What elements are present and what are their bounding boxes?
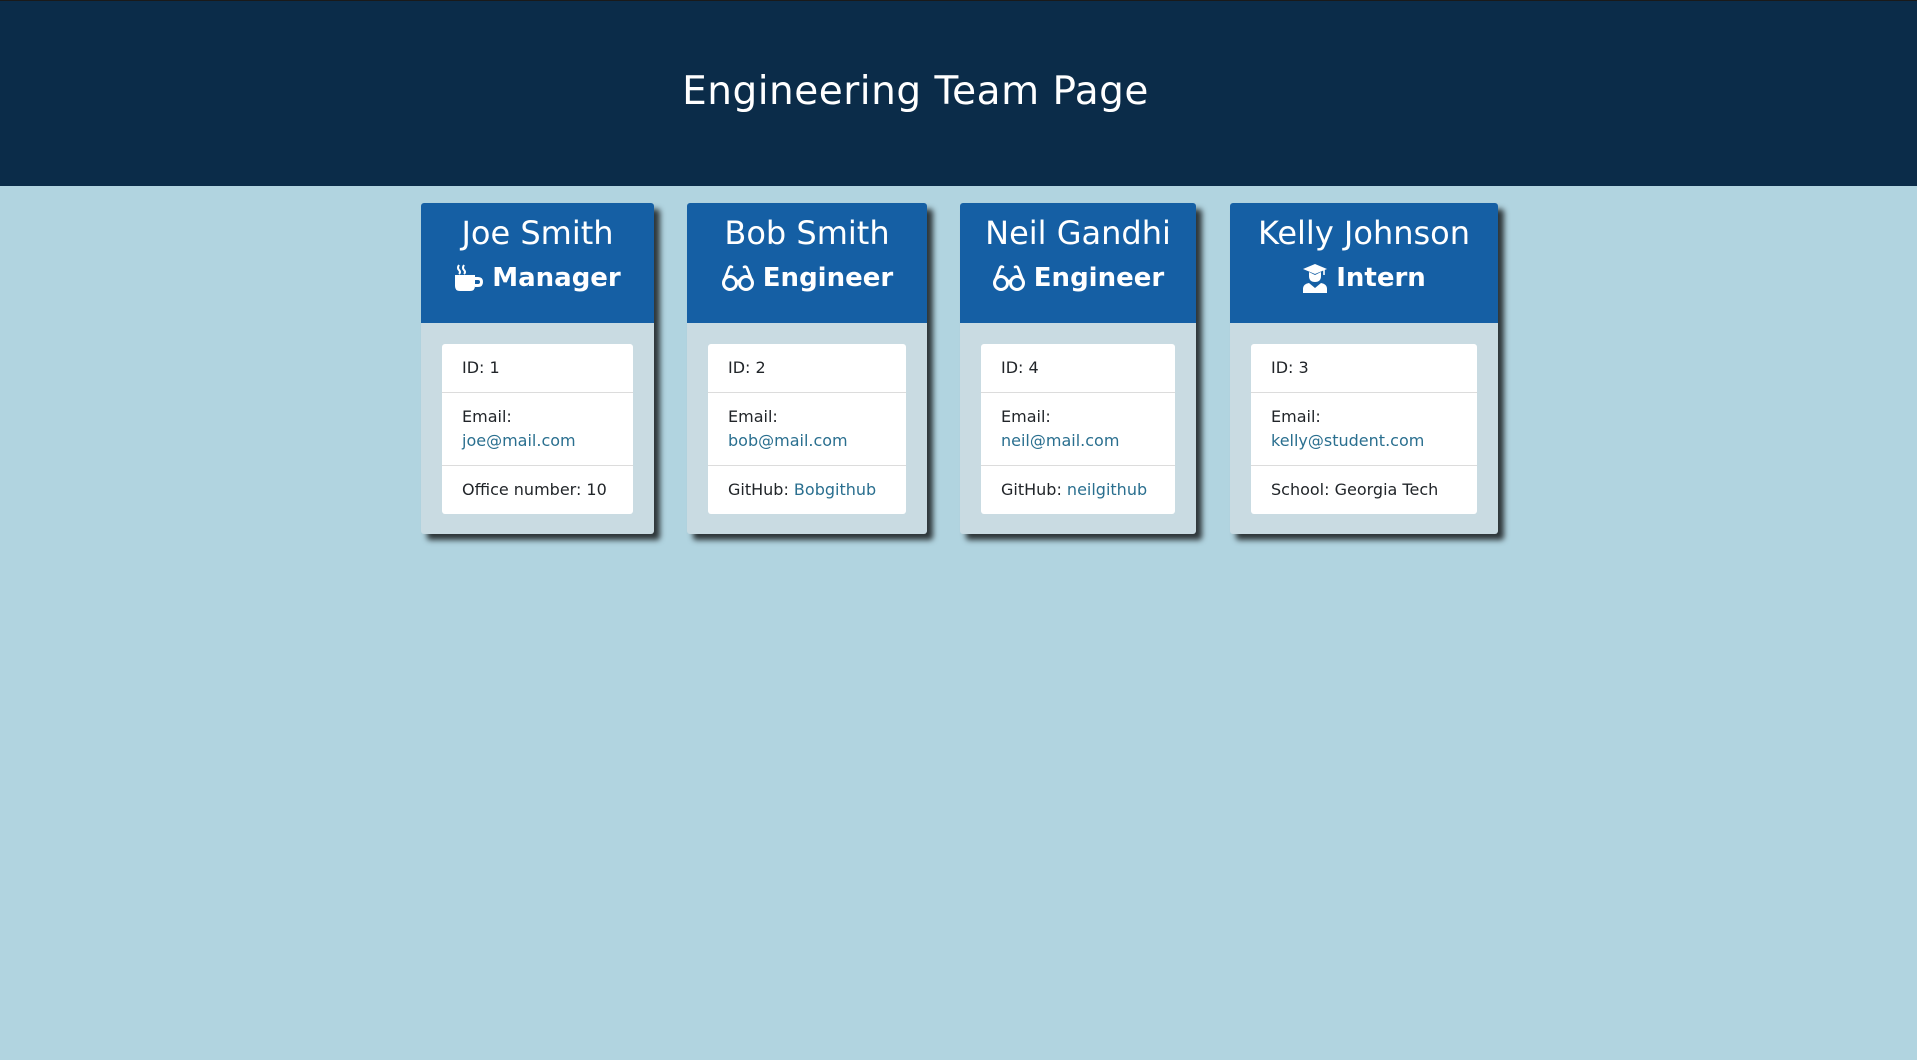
employee-name: Neil Gandhi — [985, 214, 1171, 252]
email-label: Email: — [462, 407, 512, 426]
employee-name: Bob Smith — [724, 214, 890, 252]
github-link[interactable]: neilgithub — [1067, 480, 1147, 499]
info-list: ID: 4 Email: neil@mail.com GitHub: neilg… — [981, 344, 1175, 514]
github-label: GitHub: — [1001, 480, 1067, 499]
glasses-icon — [721, 265, 755, 291]
email-link[interactable]: joe@mail.com — [462, 429, 613, 453]
email-link[interactable]: bob@mail.com — [728, 429, 886, 453]
employee-card-neil-gandhi: Neil Gandhi Engineer ID: 4 Email: neil@m… — [960, 203, 1196, 534]
email-label: Email: — [1001, 407, 1051, 426]
card-header: Bob Smith Engineer — [687, 203, 927, 323]
employee-id: ID: 4 — [1001, 358, 1039, 377]
employee-name: Kelly Johnson — [1257, 214, 1471, 252]
employee-email: Email: bob@mail.com — [708, 392, 906, 465]
card-body: ID: 2 Email: bob@mail.com GitHub: Bobgit… — [687, 323, 927, 535]
email-label: Email: — [728, 407, 778, 426]
graduate-icon — [1302, 263, 1328, 293]
employee-id: ID: 2 — [728, 358, 766, 377]
employee-role: Engineer — [960, 261, 1196, 295]
github-link[interactable]: Bobgithub — [794, 480, 876, 499]
employee-email: Email: neil@mail.com — [981, 392, 1175, 465]
email-link[interactable]: kelly@student.com — [1271, 429, 1457, 453]
card-body: ID: 1 Email: joe@mail.com Office number:… — [421, 323, 654, 535]
employee-name: Joe Smith — [461, 214, 614, 252]
email-label: Email: — [1271, 407, 1321, 426]
card-body: ID: 4 Email: neil@mail.com GitHub: neilg… — [960, 323, 1196, 535]
employee-role: Manager — [421, 261, 654, 295]
role-label: Manager — [492, 263, 621, 293]
employee-id: ID: 3 — [1271, 358, 1309, 377]
info-list: ID: 3 Email: kelly@student.com School: G… — [1251, 344, 1477, 514]
role-label: Engineer — [762, 263, 894, 293]
employee-card-kelly-johnson: Kelly Johnson Intern ID: 3 Email: kelly@… — [1230, 203, 1498, 534]
employee-role: Engineer — [687, 261, 927, 295]
github: GitHub: neilgithub — [981, 465, 1175, 514]
office-number: Office number: 10 — [442, 465, 633, 514]
glasses-icon — [992, 265, 1026, 291]
card-header: Joe Smith Manager — [421, 203, 654, 323]
school: School: Georgia Tech — [1251, 465, 1477, 514]
card-header: Neil Gandhi Engineer — [960, 203, 1196, 323]
employee-email: Email: joe@mail.com — [442, 392, 633, 465]
role-label: Intern — [1336, 263, 1426, 293]
github-label: GitHub: — [728, 480, 794, 499]
employee-role: Intern — [1230, 261, 1498, 295]
employee-card-bob-smith: Bob Smith Engineer ID: 2 Email: bob@mail… — [687, 203, 927, 534]
info-list: ID: 2 Email: bob@mail.com GitHub: Bobgit… — [708, 344, 906, 514]
employee-id: ID: 1 — [462, 358, 500, 377]
email-link[interactable]: neil@mail.com — [1001, 429, 1155, 453]
page-header: Engineering Team Page — [0, 0, 1917, 186]
info-list: ID: 1 Email: joe@mail.com Office number:… — [442, 344, 633, 514]
mug-hot-icon — [454, 264, 484, 292]
card-body: ID: 3 Email: kelly@student.com School: G… — [1230, 323, 1498, 535]
github: GitHub: Bobgithub — [708, 465, 906, 514]
page-title: Engineering Team Page — [682, 69, 1149, 114]
role-label: Engineer — [1033, 263, 1165, 293]
employee-card-joe-smith: Joe Smith Manager ID: 1 Email: joe@mail.… — [421, 203, 654, 534]
employee-email: Email: kelly@student.com — [1251, 392, 1477, 465]
card-header: Kelly Johnson Intern — [1230, 203, 1498, 323]
